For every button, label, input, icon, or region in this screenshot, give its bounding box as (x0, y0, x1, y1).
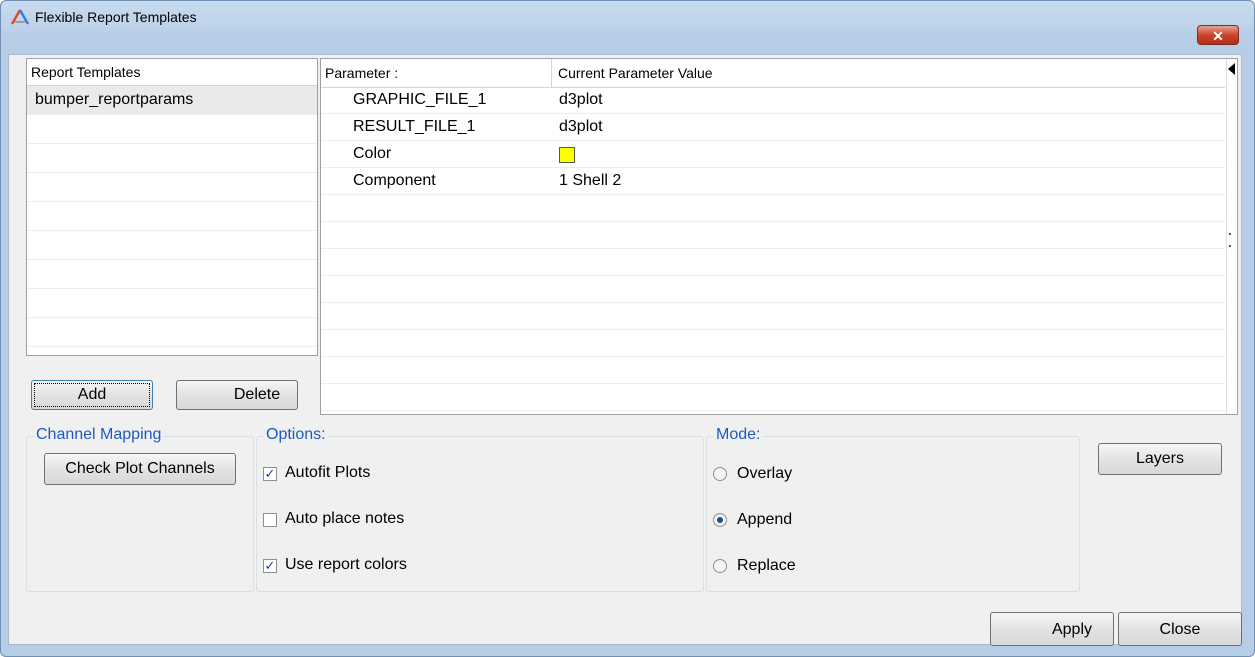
close-button[interactable]: Close (1118, 612, 1242, 646)
channel-mapping-label: Channel Mapping (34, 426, 164, 444)
auto-place-notes-checkbox[interactable] (263, 513, 277, 527)
color-swatch[interactable] (559, 147, 575, 163)
collapse-arrow-icon[interactable] (1228, 63, 1235, 75)
parameter-name: Component (353, 172, 436, 189)
window-close-button[interactable]: ✕ (1197, 25, 1239, 45)
parameter-value[interactable]: d3plot (559, 91, 603, 109)
list-item-empty[interactable] (27, 231, 317, 260)
replace-radio[interactable] (713, 559, 727, 573)
use-report-colors-label[interactable]: Use report colors (285, 556, 407, 574)
use-report-colors-checkbox[interactable]: ✓ (263, 559, 277, 573)
table-row[interactable]: Component 1 Shell 2 (321, 168, 1225, 195)
splitter-grip-icon[interactable] (1229, 233, 1231, 247)
replace-label[interactable]: Replace (737, 557, 796, 575)
apply-button[interactable]: Apply (990, 612, 1114, 646)
overlay-label[interactable]: Overlay (737, 465, 792, 483)
parameter-name: Color (353, 145, 392, 162)
report-templates-list[interactable]: Report Templates bumper_reportparams (26, 58, 318, 356)
table-row-empty (321, 249, 1225, 276)
parameter-value[interactable]: 1 Shell 2 (559, 172, 621, 190)
report-templates-header: Report Templates (27, 59, 317, 86)
list-item-empty[interactable] (27, 173, 317, 202)
list-item-empty[interactable] (27, 144, 317, 173)
value-column-header[interactable]: Current Parameter Value (558, 59, 713, 87)
app-logo-icon (11, 9, 29, 25)
title-bar[interactable]: Flexible Report Templates (1, 1, 1254, 33)
append-label[interactable]: Append (737, 511, 792, 529)
autofit-plots-label[interactable]: Autofit Plots (285, 464, 370, 482)
table-row-empty (321, 384, 1225, 411)
list-item-empty[interactable] (27, 260, 317, 289)
delete-button[interactable]: Delete (176, 380, 298, 410)
autofit-plots-checkbox[interactable]: ✓ (263, 467, 277, 481)
append-radio[interactable] (713, 513, 727, 527)
add-button[interactable]: Add (31, 380, 153, 410)
table-row[interactable]: Color (321, 141, 1225, 168)
parameter-name: RESULT_FILE_1 (353, 118, 476, 135)
window-title: Flexible Report Templates (35, 9, 197, 25)
table-row-empty (321, 195, 1225, 222)
overlay-radio[interactable] (713, 467, 727, 481)
parameter-table-header: Parameter : Current Parameter Value (321, 59, 1225, 88)
table-row[interactable]: GRAPHIC_FILE_1 d3plot (321, 87, 1225, 114)
column-divider[interactable] (551, 59, 552, 87)
mode-label: Mode: (714, 426, 763, 444)
list-item-empty[interactable] (27, 202, 317, 231)
table-row-empty (321, 303, 1225, 330)
list-item-empty[interactable] (27, 115, 317, 144)
list-item-empty[interactable] (27, 318, 317, 347)
table-row[interactable]: RESULT_FILE_1 d3plot (321, 114, 1225, 141)
parameter-value[interactable]: d3plot (559, 118, 603, 136)
table-row-empty (321, 357, 1225, 384)
list-item-empty[interactable] (27, 289, 317, 318)
check-plot-channels-button[interactable]: Check Plot Channels (44, 453, 236, 485)
table-row-empty (321, 276, 1225, 303)
parameter-name: GRAPHIC_FILE_1 (353, 91, 487, 108)
table-row-empty (321, 222, 1225, 249)
layers-button[interactable]: Layers (1098, 443, 1222, 475)
parameter-column-header[interactable]: Parameter : (325, 59, 398, 87)
options-label: Options: (264, 426, 328, 444)
vertical-scrollbar[interactable] (1226, 59, 1237, 414)
parameter-table[interactable]: Parameter : Current Parameter Value GRAP… (320, 58, 1238, 415)
list-item[interactable]: bumper_reportparams (27, 86, 317, 115)
table-row-empty (321, 330, 1225, 357)
auto-place-notes-label[interactable]: Auto place notes (285, 510, 404, 528)
